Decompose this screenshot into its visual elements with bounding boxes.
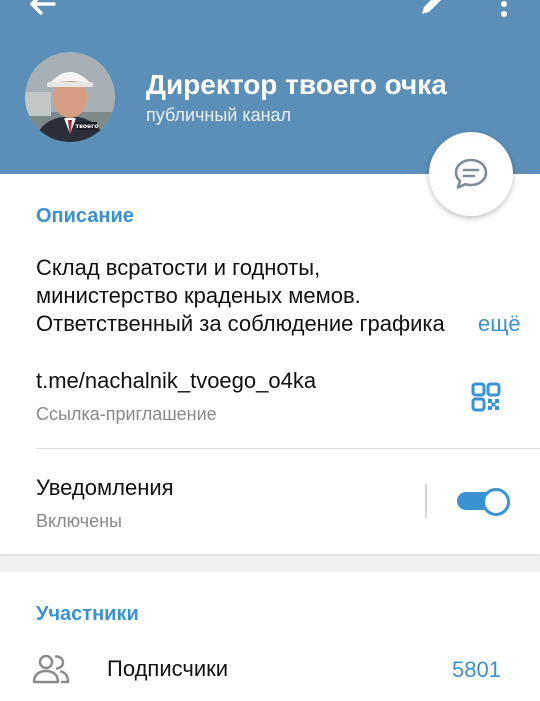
description-text: Склад всратости и годноты, министерство … <box>36 254 510 340</box>
channel-avatar[interactable]: твоего <box>25 52 115 142</box>
description-line-3: Ответственный за соблюдение графика <box>36 311 445 336</box>
avatar-image: твоего <box>25 52 115 142</box>
comment-icon <box>454 158 488 189</box>
description-line-1: Склад всратости и годноты, <box>36 255 321 280</box>
channel-subtitle: публичный канал <box>146 105 292 125</box>
notifications-label: Уведомления <box>36 475 174 500</box>
qr-code-icon <box>471 382 501 412</box>
back-button[interactable] <box>20 0 64 22</box>
invite-link[interactable]: t.me/nachalnik_tvoego_o4ka <box>36 368 316 394</box>
subscribers-count[interactable]: 5801 <box>452 657 501 683</box>
description-line-2: министерство краденых мемов. <box>36 283 361 308</box>
users-icon <box>32 652 70 686</box>
edit-button[interactable] <box>412 0 452 22</box>
members-title: Участники <box>36 603 139 625</box>
discussion-button[interactable] <box>429 132 513 216</box>
qr-code-button[interactable] <box>470 381 502 413</box>
arrow-left-icon <box>30 0 56 15</box>
vertical-separator <box>425 484 427 518</box>
invite-link-caption: Ссылка-приглашение <box>36 404 217 424</box>
notifications-status: Включены <box>36 511 122 531</box>
more-button[interactable] <box>484 0 524 22</box>
pencil-icon <box>422 0 441 14</box>
more-vertical-icon <box>501 1 507 17</box>
subscribers-label[interactable]: Подписчики <box>107 656 228 682</box>
divider <box>36 448 540 449</box>
channel-title: Директор твоего очка <box>146 69 447 100</box>
toggle-thumb <box>482 488 510 516</box>
notifications-toggle[interactable] <box>455 486 510 516</box>
description-title: Описание <box>36 205 134 227</box>
show-more-link[interactable]: ещё <box>458 310 521 338</box>
svg-text:твоего: твоего <box>76 123 99 130</box>
